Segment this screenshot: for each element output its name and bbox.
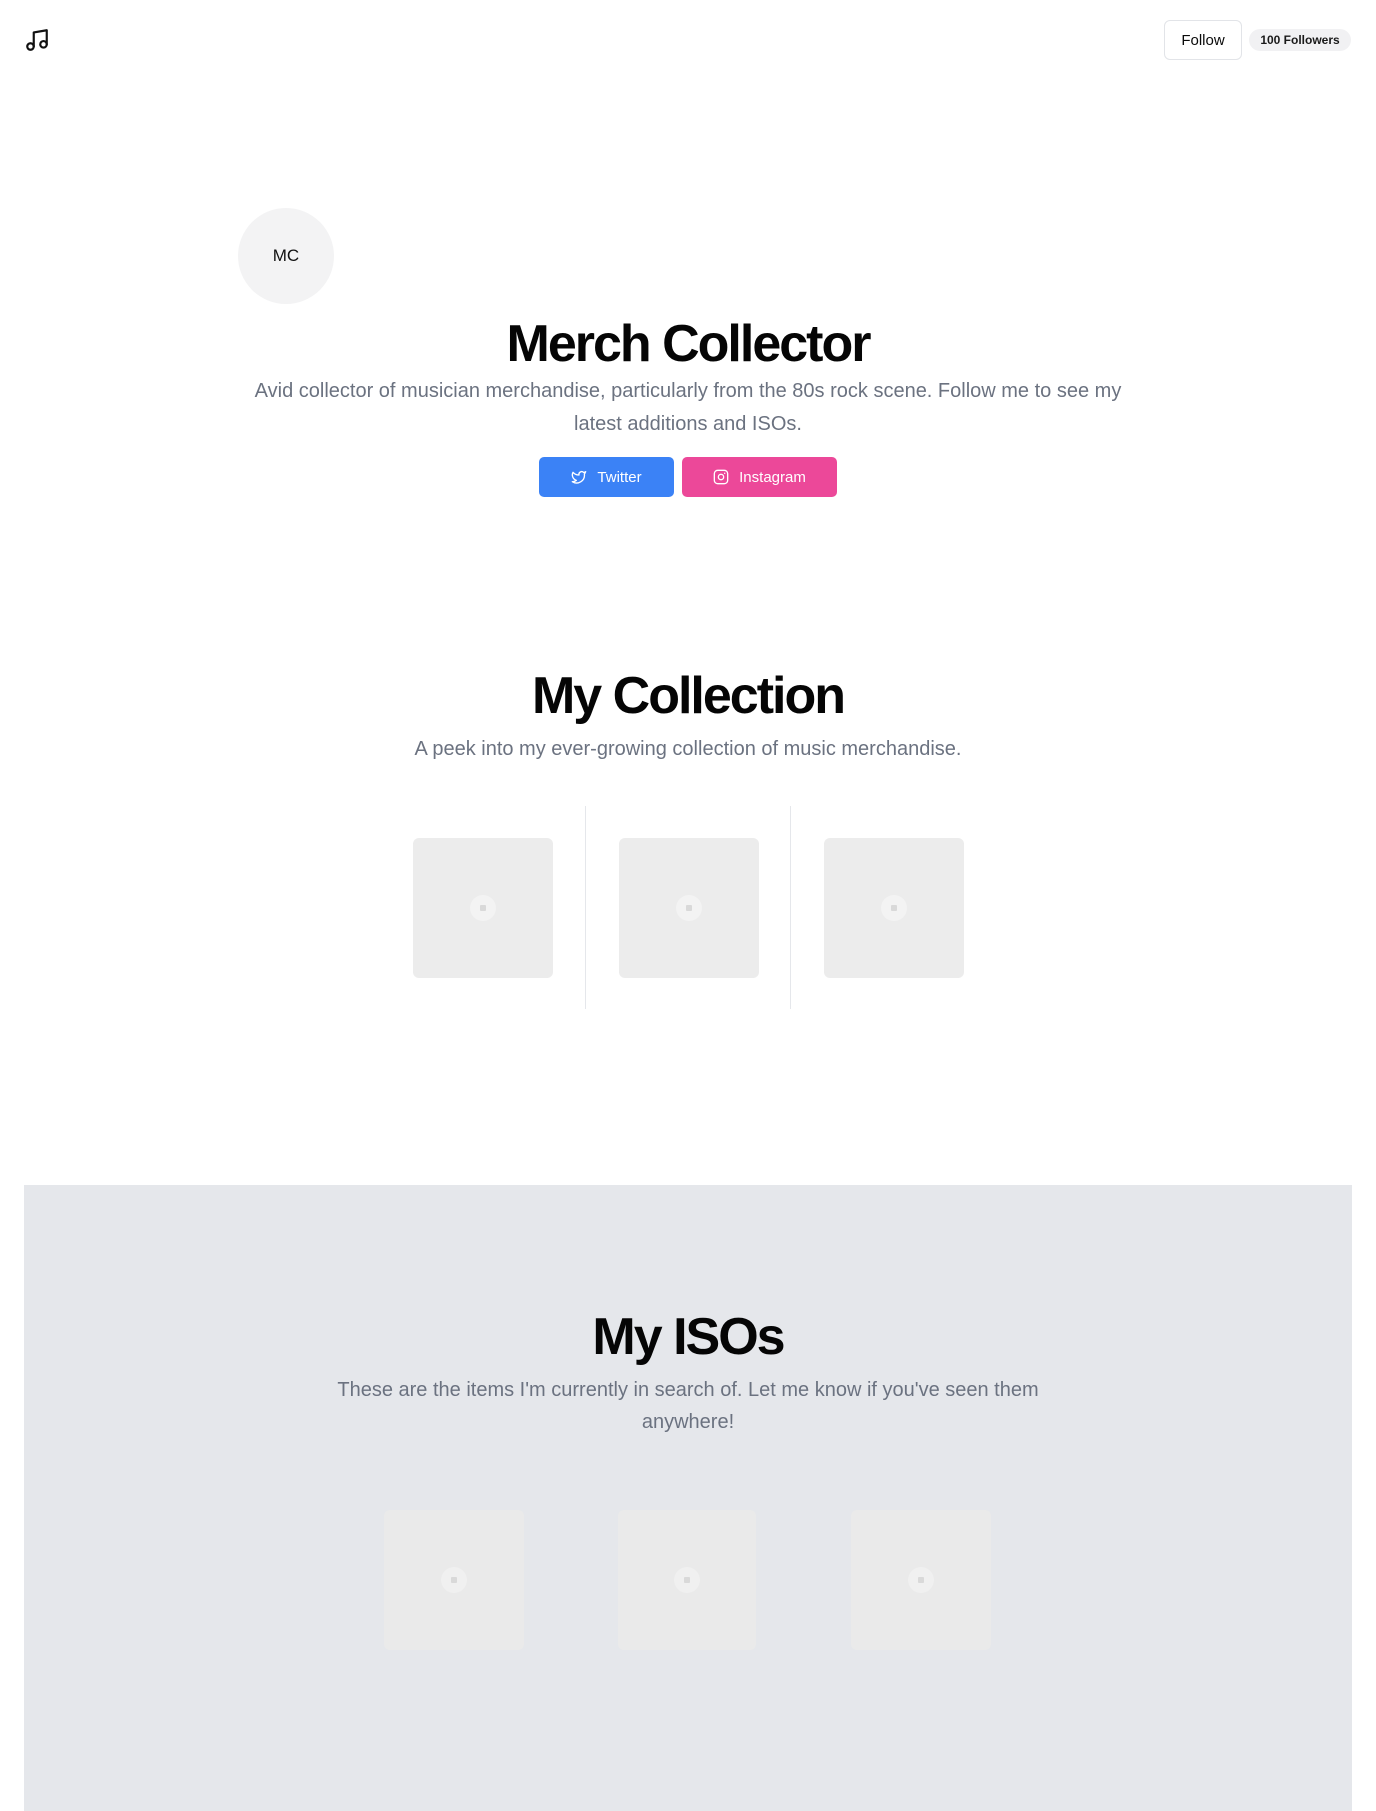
music-note-icon[interactable]	[24, 27, 50, 53]
iso-section	[24, 1185, 1352, 1811]
iso-item-image[interactable]	[384, 1510, 524, 1650]
collection-item-image[interactable]	[413, 838, 553, 978]
collection-divider	[790, 806, 791, 1009]
iso-subtitle: These are the items I'm currently in sea…	[337, 1379, 1039, 1433]
collection-divider	[585, 806, 586, 1009]
twitter-button[interactable]: Twitter	[539, 457, 674, 497]
followers-count-badge: 100 Followers	[1249, 29, 1351, 51]
twitter-icon	[572, 471, 587, 484]
follow-button[interactable]: Follow	[1164, 20, 1242, 60]
collection-item-image[interactable]	[824, 838, 964, 978]
profile-bio: Avid collector of musician merchandise, …	[254, 380, 1122, 435]
instagram-label: Instagram	[739, 468, 806, 486]
collection-title: My Collection	[531, 667, 846, 725]
iso-item-image[interactable]	[618, 1510, 756, 1650]
image-loading-icon	[674, 1567, 700, 1593]
collection-subtitle: A peek into my ever-growing collection o…	[414, 738, 962, 760]
image-loading-icon	[676, 895, 702, 921]
instagram-button[interactable]: Instagram	[682, 457, 837, 497]
collection-item-image[interactable]	[619, 838, 759, 978]
instagram-icon	[713, 469, 729, 485]
image-loading-icon	[908, 1567, 934, 1593]
top-bar: Follow 100 Followers	[0, 0, 1376, 80]
image-loading-icon	[470, 895, 496, 921]
image-loading-icon	[881, 895, 907, 921]
iso-item-image[interactable]	[851, 1510, 991, 1650]
social-links: Twitter Instagram	[0, 457, 1376, 497]
image-loading-icon	[441, 1567, 467, 1593]
profile-name: Merch Collector	[506, 315, 872, 373]
twitter-label: Twitter	[597, 468, 642, 486]
profile-page: Follow 100 Followers MC Merch Collector …	[0, 0, 1376, 1811]
avatar: MC	[238, 208, 334, 304]
avatar-initials: MC	[272, 246, 300, 265]
iso-title: My ISOs	[592, 1308, 785, 1366]
